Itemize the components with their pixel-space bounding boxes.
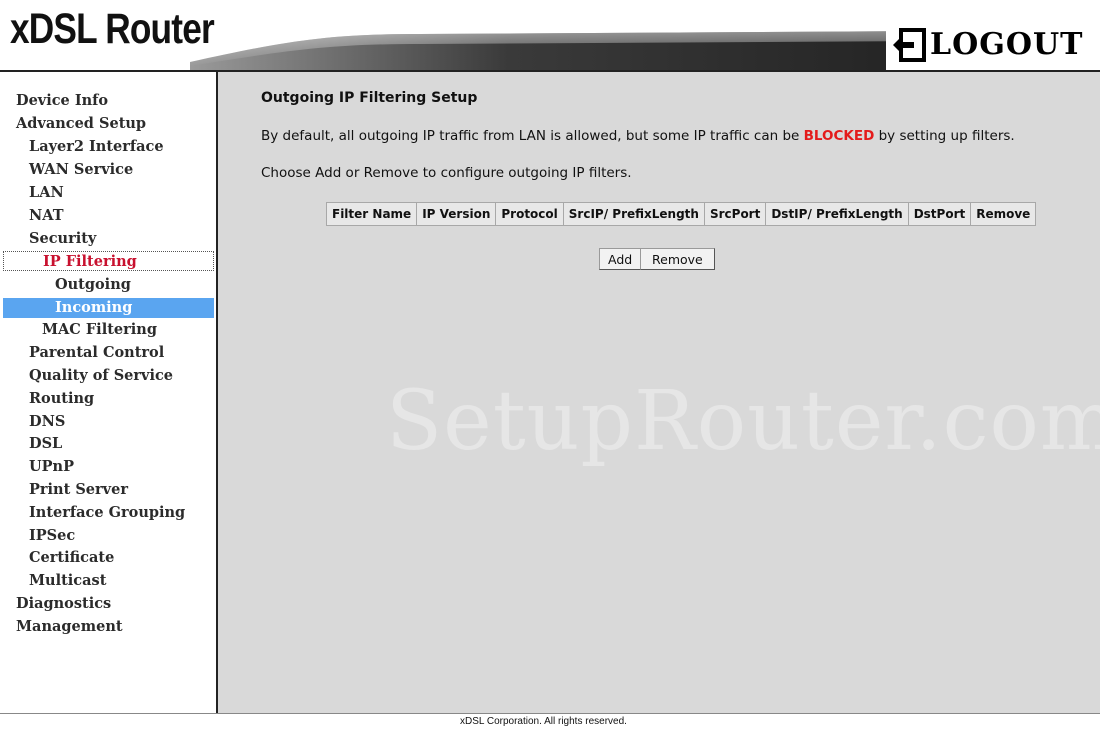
sidebar-item-nat[interactable]: NAT <box>0 206 216 226</box>
sidebar-item-management[interactable]: Management <box>0 617 216 637</box>
filter-table-header-row: Filter Name IP Version Protocol SrcIP/ P… <box>325 202 1037 226</box>
column-header-protocol: Protocol <box>495 202 564 226</box>
column-header-filter-name: Filter Name <box>325 202 418 226</box>
column-header-dst-port: DstPort <box>907 202 972 226</box>
sidebar-item-routing[interactable]: Routing <box>0 389 216 409</box>
sidebar-item-lan[interactable]: LAN <box>0 183 216 203</box>
brand-title: xDSL Router <box>10 5 215 53</box>
sidebar-item-interface-grouping[interactable]: Interface Grouping <box>0 503 216 523</box>
sidebar-item-upnp[interactable]: UPnP <box>0 457 216 477</box>
page-description: By default, all outgoing IP traffic from… <box>261 128 1015 144</box>
sidebar-item-quality-of-service[interactable]: Quality of Service <box>0 366 216 386</box>
sidebar-item-dns[interactable]: DNS <box>0 412 216 432</box>
column-header-src-ip: SrcIP/ PrefixLength <box>562 202 705 226</box>
sidebar-item-dsl[interactable]: DSL <box>0 434 216 454</box>
sidebar-item-wan-service[interactable]: WAN Service <box>0 160 216 180</box>
sidebar-item-outgoing[interactable]: Outgoing <box>0 275 216 295</box>
sidebar-item-mac-filtering[interactable]: MAC Filtering <box>0 320 216 340</box>
sidebar-item-advanced-setup[interactable]: Advanced Setup <box>0 114 216 134</box>
sidebar-item-diagnostics[interactable]: Diagnostics <box>0 594 216 614</box>
sidebar-item-security[interactable]: Security <box>0 229 216 249</box>
header-banner: xDSL Router LOGOUT <box>0 0 1100 70</box>
description-text-after: by setting up filters. <box>874 128 1015 144</box>
copyright-text: xDSL Corporation. All rights reserved. <box>460 716 627 727</box>
sidebar-item-print-server[interactable]: Print Server <box>0 480 216 500</box>
logout-label: LOGOUT <box>930 27 1084 62</box>
logout-door-icon <box>893 28 926 62</box>
footer: xDSL Corporation. All rights reserved. <box>0 713 1100 733</box>
sidebar-nav: Device Info Advanced Setup Layer2 Interf… <box>0 70 218 717</box>
sidebar-item-ip-filtering[interactable]: IP Filtering <box>3 251 214 271</box>
sidebar-item-device-info[interactable]: Device Info <box>0 91 216 111</box>
sidebar-item-multicast[interactable]: Multicast <box>0 571 216 591</box>
page-title: Outgoing IP Filtering Setup <box>261 90 478 106</box>
main-content: SetupRouter.com Outgoing IP Filtering Se… <box>218 70 1100 715</box>
watermark: SetupRouter.com <box>386 374 1100 469</box>
description-text-before: By default, all outgoing IP traffic from… <box>261 128 804 144</box>
filter-table: Filter Name IP Version Protocol SrcIP/ P… <box>325 202 1037 226</box>
column-header-ip-version: IP Version <box>416 202 497 226</box>
column-header-dst-ip: DstIP/ PrefixLength <box>765 202 909 226</box>
column-header-remove: Remove <box>970 202 1037 226</box>
page-instruction: Choose Add or Remove to configure outgoi… <box>261 165 632 181</box>
sidebar-item-ipsec[interactable]: IPSec <box>0 526 216 546</box>
sidebar-item-parental-control[interactable]: Parental Control <box>0 343 216 363</box>
logout-button[interactable]: LOGOUT <box>886 20 1100 70</box>
sidebar-item-certificate[interactable]: Certificate <box>0 548 216 568</box>
remove-button[interactable]: Remove <box>640 248 715 270</box>
column-header-src-port: SrcPort <box>703 202 767 226</box>
blocked-keyword: BLOCKED <box>803 128 875 144</box>
sidebar-item-incoming[interactable]: Incoming <box>3 298 214 318</box>
sidebar-item-layer2-interface[interactable]: Layer2 Interface <box>0 137 216 157</box>
add-button[interactable]: Add <box>599 248 642 270</box>
